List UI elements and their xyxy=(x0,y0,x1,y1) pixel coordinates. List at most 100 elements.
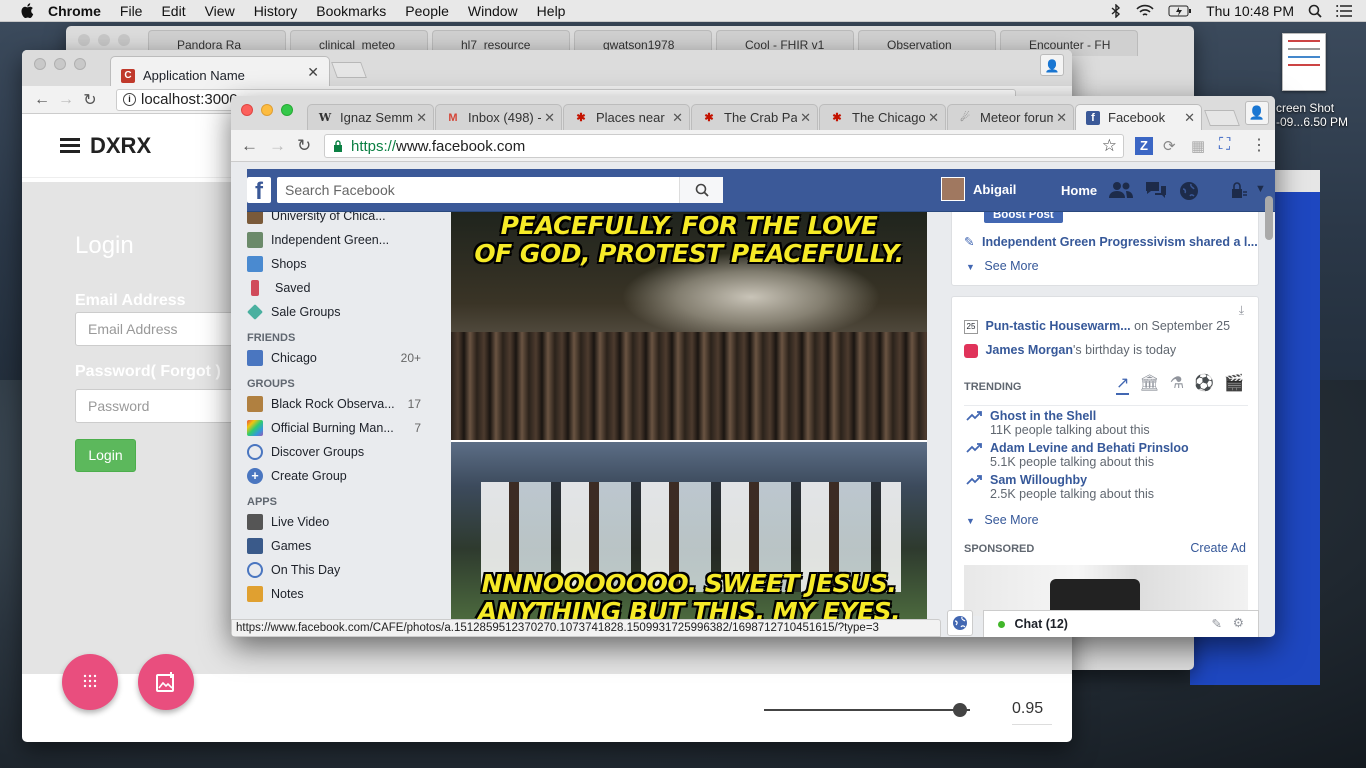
zoom-button[interactable] xyxy=(74,58,86,70)
left-nav-item-burning-man[interactable]: Official Burning Man... 7 xyxy=(247,416,439,440)
chat-bar[interactable]: Chat (12) ✎ ⚙ xyxy=(983,610,1259,637)
menu-window[interactable]: Window xyxy=(468,3,518,19)
zoom-button[interactable] xyxy=(281,104,293,116)
menu-people[interactable]: People xyxy=(405,3,449,19)
left-nav-item-black-rock[interactable]: Black Rock Observa... 17 xyxy=(247,392,439,416)
tab-wikipedia[interactable]: WIgnaz Semmelweis✕ xyxy=(307,104,434,130)
close-tab-icon[interactable]: ✕ xyxy=(1181,110,1195,126)
left-nav-item-on-this-day[interactable]: On This Day xyxy=(247,558,439,582)
battery-icon[interactable] xyxy=(1168,5,1192,17)
desktop-screenshot-file[interactable]: creen Shot -09...6.50 PM xyxy=(1276,33,1366,133)
tab-facebook[interactable]: f Facebook ✕ xyxy=(1075,104,1202,130)
extension-icon[interactable]: ⟳ xyxy=(1163,137,1176,155)
left-nav-item-independent-green[interactable]: Independent Green... xyxy=(247,228,439,252)
clock[interactable]: Thu 10:48 PM xyxy=(1206,3,1294,19)
menu-history[interactable]: History xyxy=(254,3,298,19)
feed-photo-players[interactable]: NNNOOOOOOO. SWEET JESUS. ANYTHING BUT TH… xyxy=(451,442,927,620)
trending-top-icon[interactable]: ↗ xyxy=(1116,373,1130,395)
new-tab-button[interactable] xyxy=(1204,110,1240,126)
bluetooth-icon[interactable] xyxy=(1110,4,1122,18)
page-activity-link[interactable]: Independent Green Progressivism shared a… xyxy=(982,235,1258,249)
tab-application-name[interactable]: C Application Name ✕ xyxy=(110,56,330,86)
facebook-browser-window[interactable]: WIgnaz Semmelweis✕ MInbox (498) - ✕ ✱Pla… xyxy=(231,96,1275,637)
info-icon[interactable]: i xyxy=(123,93,136,106)
profile-icon[interactable]: 👤 xyxy=(1040,54,1064,76)
privacy-lock-icon[interactable] xyxy=(1231,181,1247,204)
add-image-fab-button[interactable] xyxy=(138,654,194,710)
close-tab-icon[interactable]: ✕ xyxy=(307,64,319,81)
close-button[interactable] xyxy=(78,34,90,46)
menu-file[interactable]: File xyxy=(120,3,143,19)
minimize-button[interactable] xyxy=(54,58,66,70)
trending-sports-icon[interactable]: ⚽ xyxy=(1194,373,1214,395)
zoom-button[interactable] xyxy=(118,34,130,46)
see-more-trending-link[interactable]: See More xyxy=(984,513,1038,527)
reload-icon[interactable]: ↻ xyxy=(78,90,102,110)
page-scrollbar[interactable] xyxy=(1265,196,1273,240)
tab-yelp-places[interactable]: ✱ Places near M ✕ xyxy=(563,104,690,130)
close-button[interactable] xyxy=(34,58,46,70)
extension-grid-icon[interactable]: ▦ xyxy=(1191,137,1205,155)
left-nav-item-shops[interactable]: Shops xyxy=(247,252,439,276)
left-nav-item-games[interactable]: Games xyxy=(247,534,439,558)
zotero-extension-icon[interactable]: Z xyxy=(1135,137,1153,155)
facebook-logo-icon[interactable]: f xyxy=(247,177,271,203)
new-tab-button[interactable] xyxy=(331,62,367,78)
left-nav-item-discover-groups[interactable]: Discover Groups xyxy=(247,440,439,464)
left-nav-item-live-video[interactable]: Live Video xyxy=(247,510,439,534)
tab-yelp-chicago[interactable]: ✱ The Chicago ✕ xyxy=(819,104,946,130)
see-more-link[interactable]: See More xyxy=(984,259,1038,273)
tab-meteor-forum[interactable]: ☄ Meteor forum ✕ xyxy=(947,104,1074,130)
left-nav-item-university[interactable]: University of Chica... xyxy=(247,212,439,228)
apple-icon[interactable] xyxy=(20,3,34,18)
close-tab-icon[interactable]: ✕ xyxy=(541,110,555,126)
trending-science-icon[interactable]: ⚗ xyxy=(1170,373,1184,395)
trending-item[interactable]: Ghost in the Shell 11K people talking abo… xyxy=(964,409,1248,437)
friend-requests-icon[interactable] xyxy=(1109,181,1133,204)
trending-item[interactable]: Adam Levine and Behati Prinsloo 5.1K peop… xyxy=(964,441,1248,469)
close-tab-icon[interactable]: ✕ xyxy=(797,110,811,126)
left-nav-item-sale-groups[interactable]: Sale Groups xyxy=(247,300,439,324)
menu-edit[interactable]: Edit xyxy=(161,3,185,19)
home-link[interactable]: Home xyxy=(1061,183,1097,198)
bookmark-star-icon[interactable]: ☆ xyxy=(1102,136,1117,156)
menu-bookmarks[interactable]: Bookmarks xyxy=(316,3,386,19)
messages-icon[interactable] xyxy=(1145,181,1167,204)
password-label[interactable]: Password( Forgot ) xyxy=(75,363,221,381)
trending-politics-icon[interactable]: 🏛 xyxy=(1139,373,1159,395)
notification-center-icon[interactable] xyxy=(1336,5,1352,17)
left-nav-item-create-group[interactable]: + Create Group xyxy=(247,464,439,488)
minimize-button[interactable] xyxy=(261,104,273,116)
tab-gmail[interactable]: M Inbox (498) - ✕ xyxy=(435,104,562,130)
keypad-fab-button[interactable] xyxy=(62,654,118,710)
trending-entertainment-icon[interactable]: 🎬 xyxy=(1224,373,1244,395)
menu-app-chrome[interactable]: Chrome xyxy=(48,3,101,19)
feed-photo-protest[interactable]: PEACEFULLY. FOR THE LOVE OF GOD, PROTEST… xyxy=(451,212,927,440)
search-input[interactable]: Search Facebook xyxy=(277,177,723,203)
create-ad-link[interactable]: Create Ad xyxy=(1190,541,1246,555)
left-nav-item-saved[interactable]: Saved xyxy=(247,276,439,300)
forward-icon[interactable]: → xyxy=(269,136,286,156)
back-icon[interactable]: ← xyxy=(30,91,54,109)
trending-item[interactable]: Sam Willoughby 2.5K people talking about … xyxy=(964,473,1248,501)
globe-icon[interactable] xyxy=(947,610,973,636)
spotlight-search-icon[interactable] xyxy=(1308,4,1322,18)
new-message-icon[interactable]: ✎ xyxy=(1212,616,1222,631)
tab-yelp-crab-pad[interactable]: ✱ The Crab Pad ✕ xyxy=(691,104,818,130)
reload-icon[interactable]: ↻ xyxy=(297,136,311,156)
hamburger-menu-icon[interactable] xyxy=(60,135,80,156)
minimize-button[interactable] xyxy=(98,34,110,46)
menu-view[interactable]: View xyxy=(205,3,235,19)
notifications-globe-icon[interactable] xyxy=(1179,181,1199,204)
slider-track[interactable] xyxy=(764,709,970,711)
download-icon[interactable]: ⤓ xyxy=(1239,303,1244,318)
gear-icon[interactable]: ⚙ xyxy=(1233,615,1244,630)
wifi-icon[interactable] xyxy=(1136,4,1154,18)
close-tab-icon[interactable]: ✕ xyxy=(669,110,683,126)
close-button[interactable] xyxy=(241,104,253,116)
event-link[interactable]: Pun-tastic Housewarm... xyxy=(985,319,1130,333)
boost-post-button[interactable]: Boost Post xyxy=(984,212,1063,223)
birthday-link[interactable]: James Morgan xyxy=(985,343,1073,357)
slider-handle[interactable] xyxy=(952,703,967,717)
left-nav-item-notes[interactable]: Notes xyxy=(247,582,439,606)
